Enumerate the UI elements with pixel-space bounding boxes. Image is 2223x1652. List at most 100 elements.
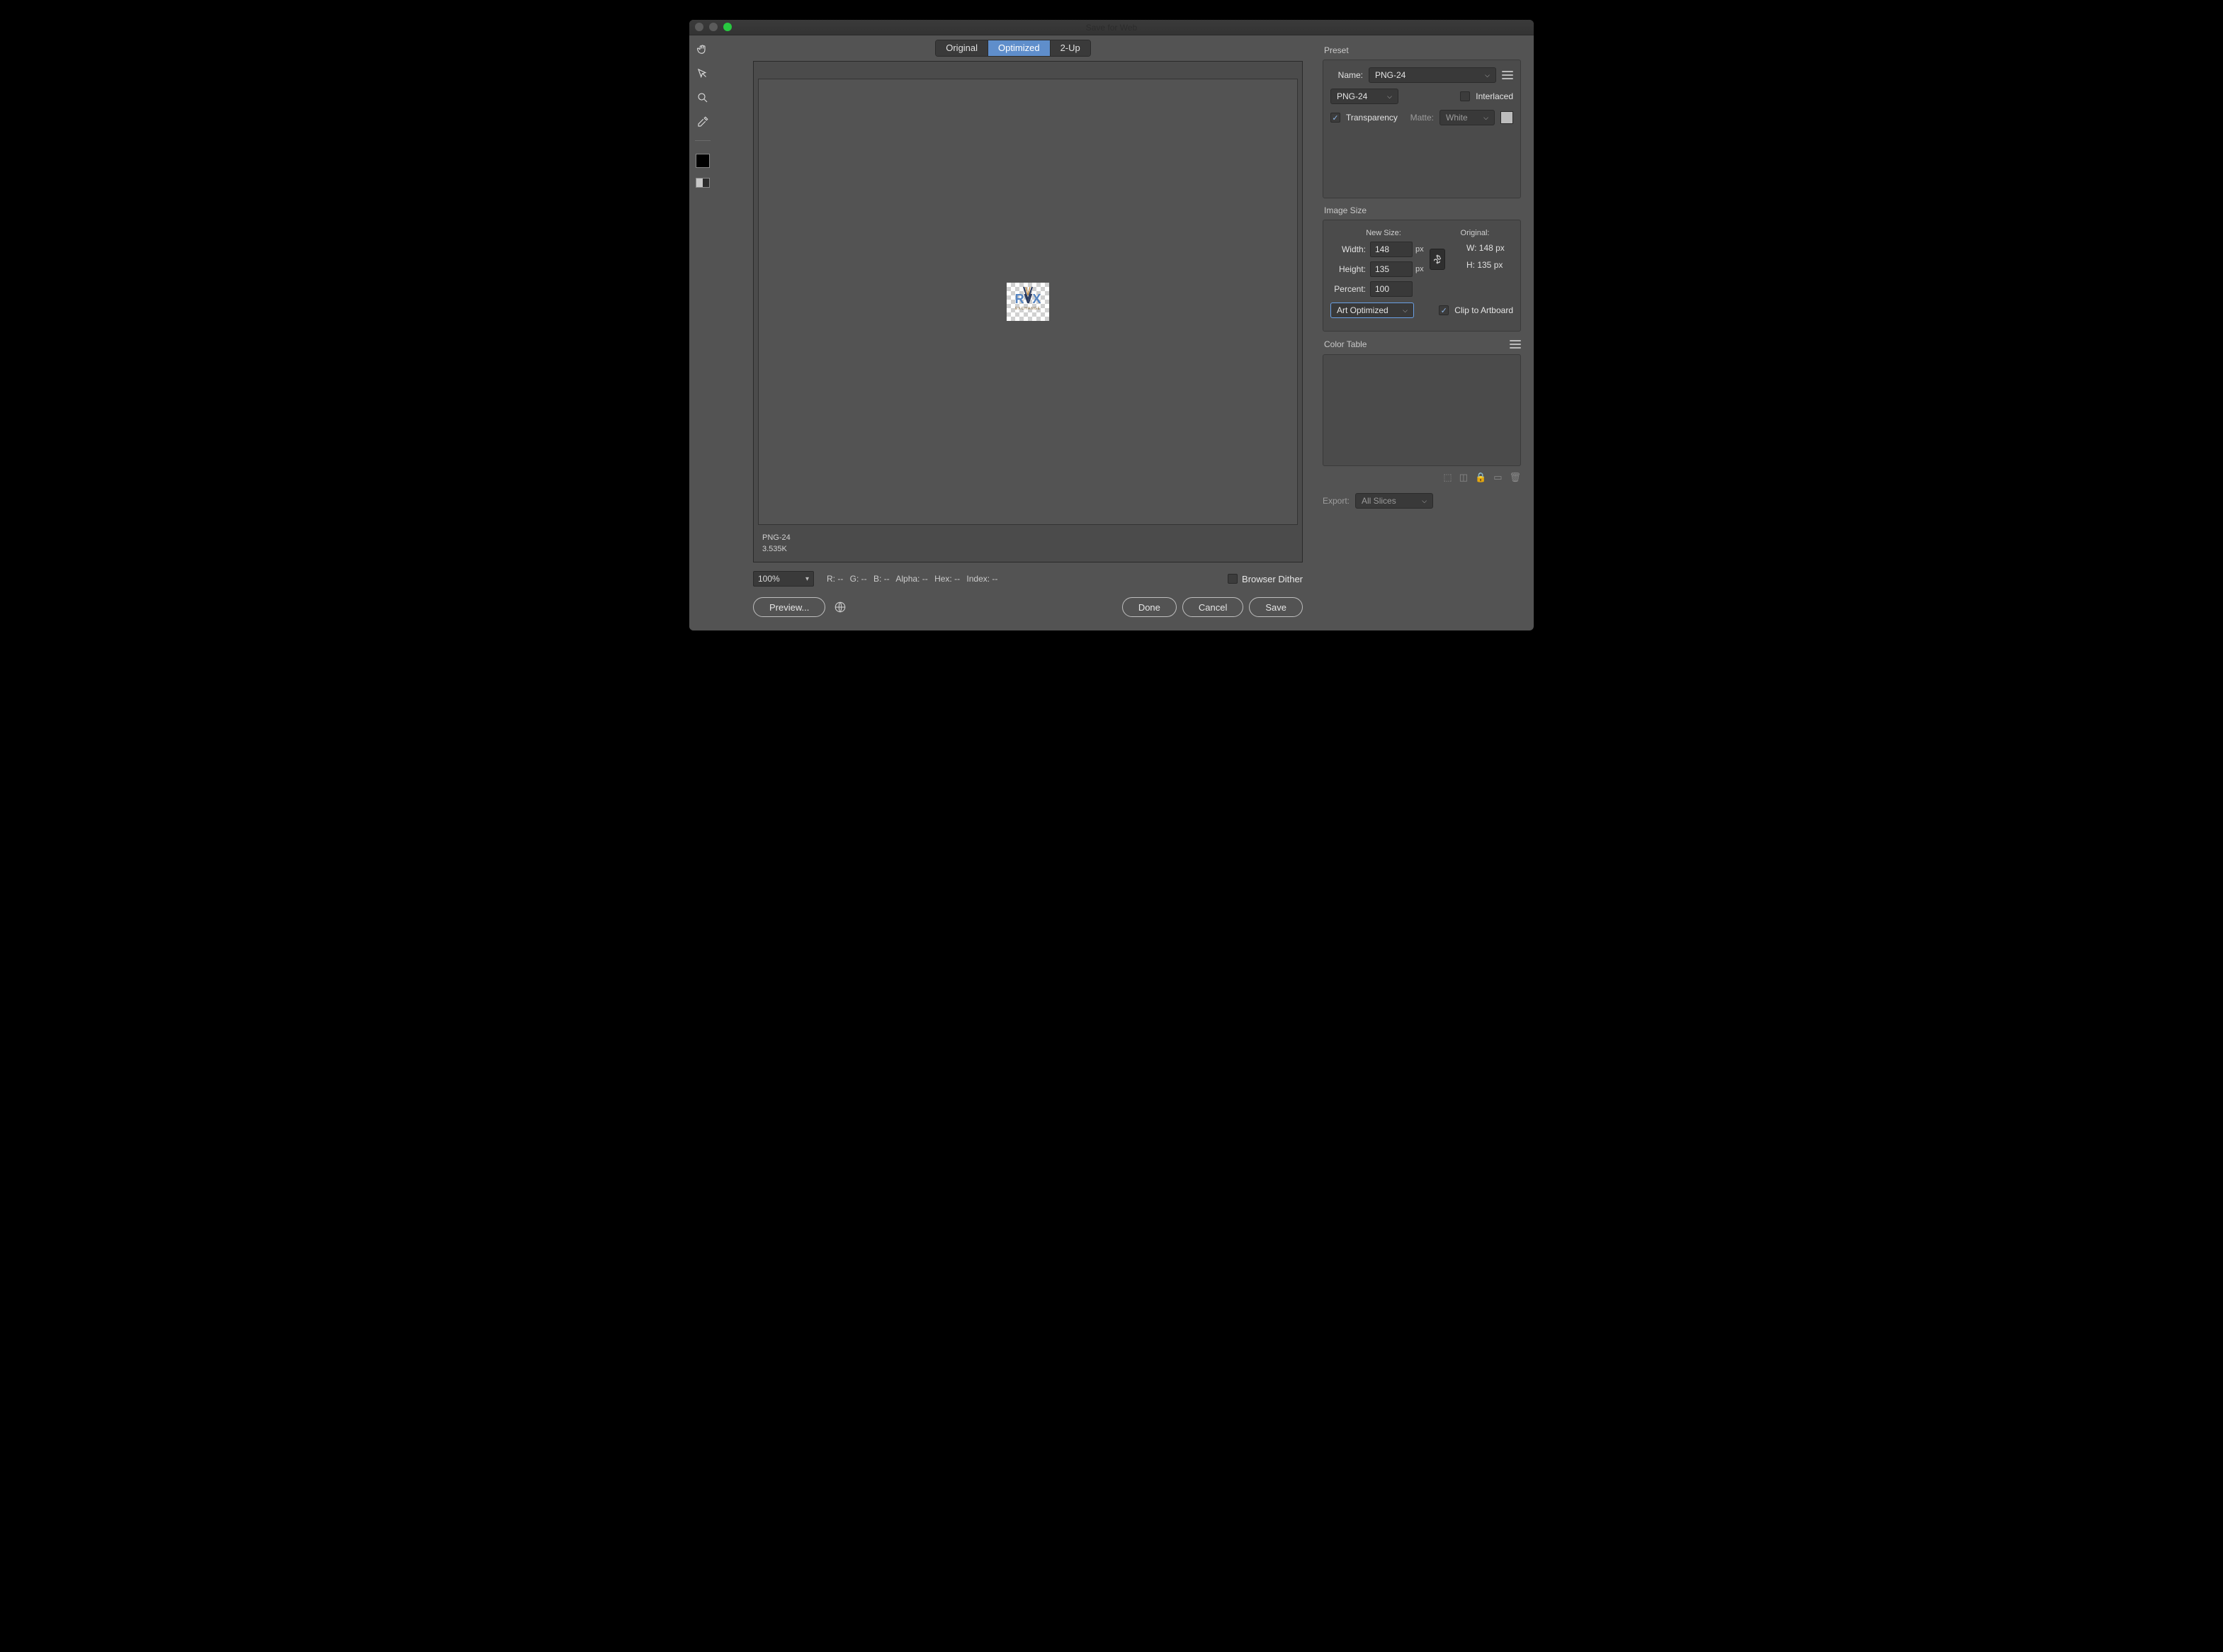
info-index: Index: --: [966, 574, 997, 584]
matte-value: White: [1446, 113, 1468, 123]
export-label: Export:: [1323, 496, 1350, 506]
window-zoom-icon[interactable]: [723, 23, 732, 31]
snap-to-web-icon: ⬚: [1443, 472, 1452, 483]
chevron-down-icon: ⌵: [1422, 497, 1427, 505]
window-minimize-icon[interactable]: [709, 23, 718, 31]
settings-panel: Preset Name: PNG-24 ⌵ PNG-24 ⌵: [1310, 35, 1534, 630]
interlaced-checkbox[interactable]: [1460, 91, 1470, 101]
preset-card: Name: PNG-24 ⌵ PNG-24 ⌵: [1323, 60, 1521, 198]
save-button[interactable]: Save: [1249, 597, 1303, 617]
clip-to-artboard-label: Clip to Artboard: [1454, 305, 1513, 315]
format-value: PNG-24: [1337, 91, 1367, 101]
dialog-window: Save for Web: [689, 20, 1534, 630]
color-table-menu-icon[interactable]: [1510, 339, 1521, 350]
preview-logo: RVX EXCHANGE: [1007, 283, 1049, 321]
zoom-value: 100%: [758, 574, 780, 584]
original-width: W: 148 px: [1466, 243, 1513, 253]
zoom-select[interactable]: 100% ▾: [753, 571, 814, 587]
info-r: R: --: [827, 574, 843, 584]
preset-name-value: PNG-24: [1375, 70, 1405, 80]
map-transparent-icon: ◫: [1459, 472, 1468, 483]
quality-value: Art Optimized: [1337, 305, 1388, 315]
constrain-proportions-icon[interactable]: [1430, 249, 1445, 270]
bottom-button-bar: Preview... Done Cancel Save: [753, 596, 1303, 618]
info-b: B: --: [873, 574, 890, 584]
original-height: H: 135 px: [1466, 260, 1513, 270]
tab-optimized[interactable]: Optimized: [988, 40, 1050, 56]
percent-input[interactable]: [1370, 281, 1413, 297]
status-bar: 100% ▾ R: -- G: -- B: -- Alpha: -- Hex: …: [753, 568, 1303, 589]
width-label: Width:: [1330, 244, 1370, 254]
image-size-section-label: Image Size: [1324, 205, 1521, 215]
eyedropper-tool-icon[interactable]: [694, 113, 711, 130]
width-unit: px: [1415, 245, 1430, 254]
delete-color-icon: 🗑: [1509, 472, 1521, 483]
titlebar: Save for Web: [689, 20, 1534, 35]
window-close-icon[interactable]: [695, 23, 703, 31]
preview-filesize: 3.535K: [762, 544, 791, 555]
matte-label: Matte:: [1410, 113, 1434, 123]
info-hex: Hex: --: [934, 574, 960, 584]
height-input[interactable]: [1370, 261, 1413, 277]
logo-letter-v: V: [1024, 292, 1032, 306]
cancel-button[interactable]: Cancel: [1182, 597, 1243, 617]
window-title: Save for Web: [1086, 23, 1137, 33]
export-value: All Slices: [1362, 496, 1396, 506]
tab-2up[interactable]: 2-Up: [1050, 40, 1090, 56]
logo-letter-r: R: [1015, 292, 1024, 306]
transparency-checkbox[interactable]: [1330, 113, 1340, 123]
toggle-slices-visibility-icon[interactable]: [696, 178, 710, 188]
logo-letter-x: X: [1032, 292, 1041, 306]
preset-menu-icon[interactable]: [1502, 69, 1513, 81]
browser-dither-checkbox[interactable]: [1228, 574, 1238, 584]
color-table-section-label: Color Table: [1324, 339, 1367, 349]
preview-meta: PNG-24 3.535K: [762, 533, 791, 555]
interlaced-label: Interlaced: [1476, 91, 1513, 101]
width-input[interactable]: [1370, 242, 1413, 257]
preset-section-label: Preset: [1324, 45, 1521, 55]
done-button[interactable]: Done: [1122, 597, 1177, 617]
eyedropper-color-swatch[interactable]: [696, 154, 710, 168]
chevron-down-icon: ⌵: [1387, 93, 1392, 101]
view-tabs: Original Optimized 2-Up: [935, 40, 1091, 57]
new-color-icon: ▭: [1493, 472, 1502, 483]
export-select: All Slices ⌵: [1355, 493, 1433, 509]
browser-dither-label: Browser Dither: [1242, 574, 1303, 584]
info-alpha: Alpha: --: [895, 574, 927, 584]
clip-to-artboard-checkbox[interactable]: [1439, 305, 1449, 315]
info-g: G: --: [850, 574, 867, 584]
chevron-down-icon: ▾: [805, 575, 809, 583]
preview-main: Original Optimized 2-Up: [716, 35, 1310, 630]
color-table-toolbar: ⬚ ◫ 🔒 ▭ 🗑: [1323, 472, 1521, 483]
name-label: Name:: [1330, 70, 1363, 80]
browser-preview-icon[interactable]: [834, 601, 847, 613]
image-size-card: New Size: Original: Width: px: [1323, 220, 1521, 332]
original-size-label: Original:: [1437, 229, 1513, 237]
chevron-down-icon: ⌵: [1485, 72, 1490, 79]
slice-select-tool-icon[interactable]: [694, 65, 711, 82]
pixel-info: R: -- G: -- B: -- Alpha: -- Hex: -- Inde…: [827, 574, 1002, 584]
quality-select[interactable]: Art Optimized ⌵: [1330, 302, 1414, 318]
matte-swatch: [1500, 111, 1513, 124]
tool-divider: [695, 140, 711, 141]
preview-format: PNG-24: [762, 533, 791, 543]
tool-column: [689, 35, 716, 630]
preset-name-select[interactable]: PNG-24 ⌵: [1369, 67, 1496, 83]
preview-canvas[interactable]: RVX EXCHANGE: [758, 79, 1298, 525]
color-table-area: [1323, 354, 1521, 466]
matte-select: White ⌵: [1439, 110, 1495, 125]
preview-frame: RVX EXCHANGE PNG-24 3.535K: [753, 61, 1303, 562]
height-unit: px: [1415, 265, 1430, 273]
transparency-label: Transparency: [1346, 113, 1398, 123]
zoom-tool-icon[interactable]: [694, 89, 711, 106]
preview-button[interactable]: Preview...: [753, 597, 825, 617]
height-label: Height:: [1330, 264, 1370, 274]
chevron-down-icon: ⌵: [1403, 307, 1408, 315]
tab-original[interactable]: Original: [936, 40, 988, 56]
percent-label: Percent:: [1330, 284, 1370, 294]
preview-image: RVX EXCHANGE: [1007, 283, 1049, 321]
lock-color-icon: 🔒: [1475, 472, 1486, 483]
hand-tool-icon[interactable]: [694, 41, 711, 58]
logo-subtext: EXCHANGE: [1015, 307, 1041, 311]
format-select[interactable]: PNG-24 ⌵: [1330, 89, 1398, 104]
